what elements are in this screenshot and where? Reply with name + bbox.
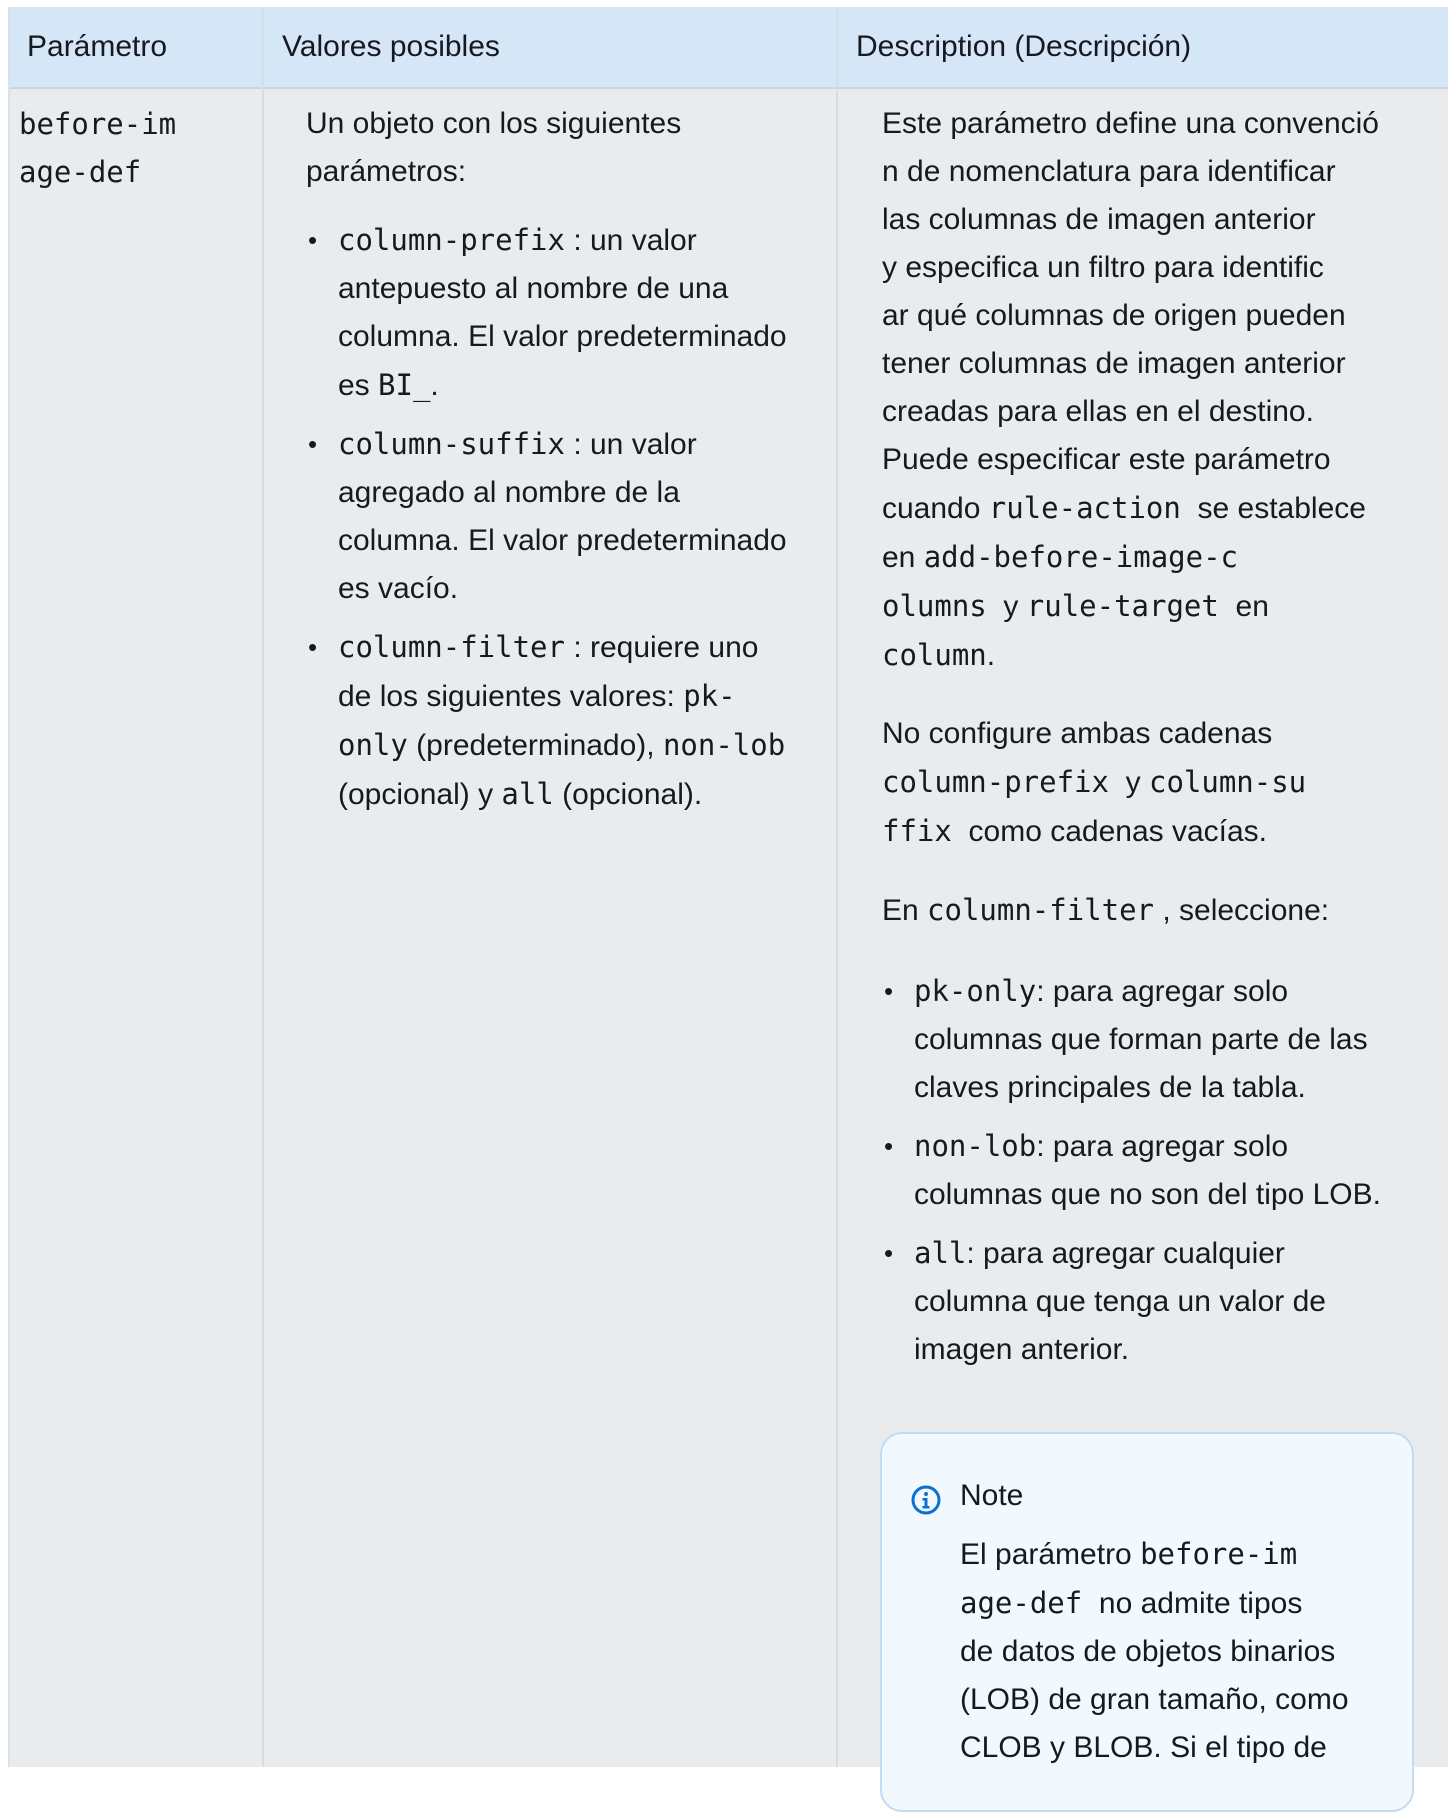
bullet-icon: • — [884, 1131, 894, 1161]
bullet-icon: • — [884, 976, 894, 1006]
header-description: Description (Descripción) — [856, 30, 1192, 63]
description-paragraph: No configure ambas cadenas column-prefix… — [882, 717, 1307, 848]
header-valores-posibles: Valores posibles — [282, 30, 500, 63]
bullet-icon: • — [884, 1238, 894, 1268]
note-box: Note El parámetro before-im age-def no a… — [880, 1432, 1414, 1812]
list-item: • pk-only: para agregar solo columnas qu… — [882, 967, 1430, 1112]
values-intro: Un objeto con los siguientes parámetros: — [306, 107, 682, 188]
list-item: • column-suffix : un valor agregado al n… — [306, 420, 846, 613]
info-icon — [910, 1484, 942, 1516]
bullet-icon: • — [308, 225, 318, 255]
values-list: • column-prefix : un valor antepuesto al… — [306, 216, 846, 819]
description-paragraph: Este parámetro define una convenció n de… — [882, 107, 1379, 672]
param-line-1: before-im — [19, 107, 177, 141]
header-parametro: Parámetro — [27, 30, 168, 63]
list-item: • non-lob: para agregar solo columnas qu… — [882, 1122, 1430, 1219]
param-line-2: age-def — [19, 155, 142, 189]
list-item: • column-filter : requiere uno de los si… — [306, 623, 846, 819]
list-item: • column-prefix : un valor antepuesto al… — [306, 216, 846, 410]
description: Este parámetro define una convenció n de… — [882, 100, 1430, 1374]
filter-options-list: • pk-only: para agregar solo columnas qu… — [882, 967, 1430, 1374]
note-title: Note — [960, 1479, 1024, 1512]
table-header: Parámetro Valores posibles Description (… — [10, 7, 1448, 89]
list-item: • all: para agregar cualquier columna qu… — [882, 1229, 1430, 1374]
bullet-icon: • — [308, 632, 318, 662]
parameter-name: before-im age-def — [19, 100, 259, 196]
possible-values: Un objeto con los siguientes parámetros:… — [306, 100, 846, 819]
description-paragraph: En column-filter , seleccione: — [882, 893, 1330, 927]
note-body: El parámetro before-im age-def no admite… — [960, 1537, 1349, 1764]
bullet-icon: • — [308, 429, 318, 459]
column-divider — [262, 7, 264, 1767]
